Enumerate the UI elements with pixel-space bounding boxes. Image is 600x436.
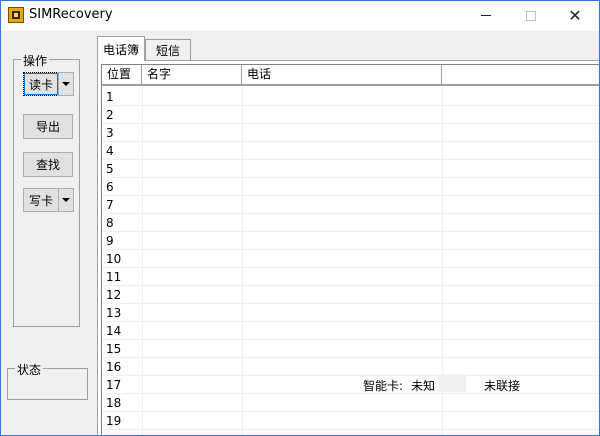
smart-card-value: 未知 [411,379,436,393]
row-position: 17 [106,378,122,392]
table-row[interactable]: 2 [102,106,599,124]
table-row[interactable]: 6 [102,178,599,196]
maximize-icon [526,10,536,21]
row-position: 3 [106,126,114,140]
status-value-shade [438,374,466,392]
tab-sms-label: 短信 [155,43,180,58]
row-position: 1 [106,90,114,104]
row-position: 10 [106,252,122,266]
tab-phonebook[interactable]: 电话簿 [97,36,145,61]
connection-status: 未联接 [484,379,521,393]
sim-card-icon [8,7,24,23]
table-row[interactable]: 17 [102,376,599,394]
write-card-dropdown-button[interactable] [58,188,74,212]
find-button[interactable]: 查找 [23,152,73,177]
row-position: 5 [106,162,114,176]
read-card-label: 读卡 [28,77,53,92]
dropdown-arrow-icon [62,198,70,202]
row-position: 2 [106,108,114,122]
column-header-position[interactable]: 位置 [102,65,142,85]
contacts-list-panel: 位置 名字 电话 1 2 3 4 5 6 7 8 9 10 11 12 13 14 15 16 17 18 19 [97,60,599,435]
smart-card-label: 智能卡: [363,379,404,393]
table-row[interactable]: 18 [102,394,599,412]
table-row[interactable]: 5 [102,160,599,178]
minimize-icon [481,15,491,16]
row-position: 19 [106,414,122,428]
tab-sms[interactable]: 短信 [145,39,191,60]
export-label: 导出 [35,120,60,134]
table-row[interactable]: 14 [102,322,599,340]
table-row[interactable]: 9 [102,232,599,250]
table-row[interactable]: 8 [102,214,599,232]
window-title: SIMRecovery [29,7,113,22]
write-card-button[interactable]: 写卡 [23,188,59,212]
table-row[interactable]: 15 [102,340,599,358]
row-position: 11 [106,270,122,284]
minimize-button[interactable] [463,1,509,30]
table-row[interactable]: 13 [102,304,599,322]
contacts-list[interactable]: 位置 名字 电话 1 2 3 4 5 6 7 8 9 10 11 12 13 14 15 16 17 18 19 [101,64,599,435]
row-position: 7 [106,198,114,212]
table-row[interactable]: 11 [102,268,599,286]
table-row[interactable]: 7 [102,196,599,214]
table-row[interactable]: 12 [102,286,599,304]
row-position: 9 [106,234,114,248]
status-group-label: 状态 [15,361,44,378]
column-header-phone[interactable]: 电话 [242,65,442,85]
row-position: 4 [106,144,114,158]
column-header-name[interactable]: 名字 [142,65,242,85]
close-icon: ✕ [568,5,582,25]
table-row[interactable]: 1 [102,88,599,106]
app-window: SIMRecovery ✕ 操作 读卡 导出 查找 写卡 状态 电话簿 短信 位… [0,0,600,436]
title-bar[interactable]: SIMRecovery ✕ [1,1,599,31]
export-button[interactable]: 导出 [23,114,73,139]
operations-group-label: 操作 [21,52,50,69]
row-position: 15 [106,342,122,356]
row-position: 8 [106,216,114,230]
row-position: 18 [106,396,122,410]
table-row[interactable]: 16 [102,358,599,376]
row-position: 12 [106,288,122,302]
row-position: 14 [106,324,122,338]
row-position: 6 [106,180,114,194]
row-position: 13 [106,306,122,320]
close-button[interactable]: ✕ [552,1,598,30]
table-row[interactable]: 10 [102,250,599,268]
dropdown-arrow-icon [62,82,70,86]
maximize-button[interactable] [508,1,554,30]
table-row[interactable]: 3 [102,124,599,142]
header-divider [102,85,599,86]
read-card-dropdown-button[interactable] [58,72,74,96]
read-card-button[interactable]: 读卡 [23,72,59,96]
row-position: 16 [106,360,122,374]
find-label: 查找 [35,158,60,172]
table-row[interactable]: 4 [102,142,599,160]
write-card-label: 写卡 [28,193,53,208]
column-header-empty [442,65,599,85]
table-row[interactable]: 19 [102,412,599,430]
tab-phonebook-label: 电话簿 [102,42,139,57]
